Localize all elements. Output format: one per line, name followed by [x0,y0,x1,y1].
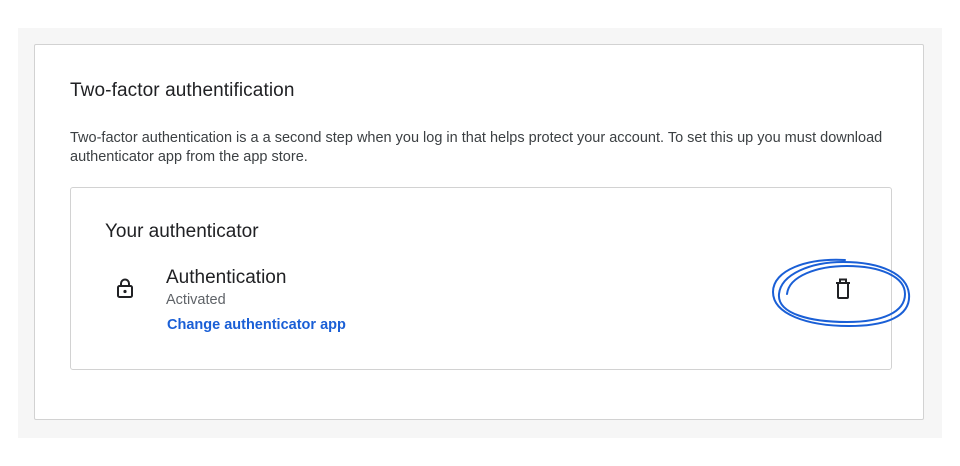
section-title: Two-factor authentification [70,80,295,101]
authenticator-heading: Your authenticator [105,221,259,242]
section-description: Two-factor authentication is a a second … [70,130,883,165]
authenticator-name: Authentication [166,267,287,288]
delete-authenticator-button[interactable] [825,274,861,304]
authenticator-status: Activated [166,292,226,308]
lock-icon [113,276,137,300]
two-factor-card: Two-factor authentification Two-factor a… [34,44,924,420]
trash-icon [825,278,861,300]
change-authenticator-link[interactable]: Change authenticator app [167,317,346,333]
authenticator-panel: Your authenticator Authentication Activa… [70,187,911,370]
